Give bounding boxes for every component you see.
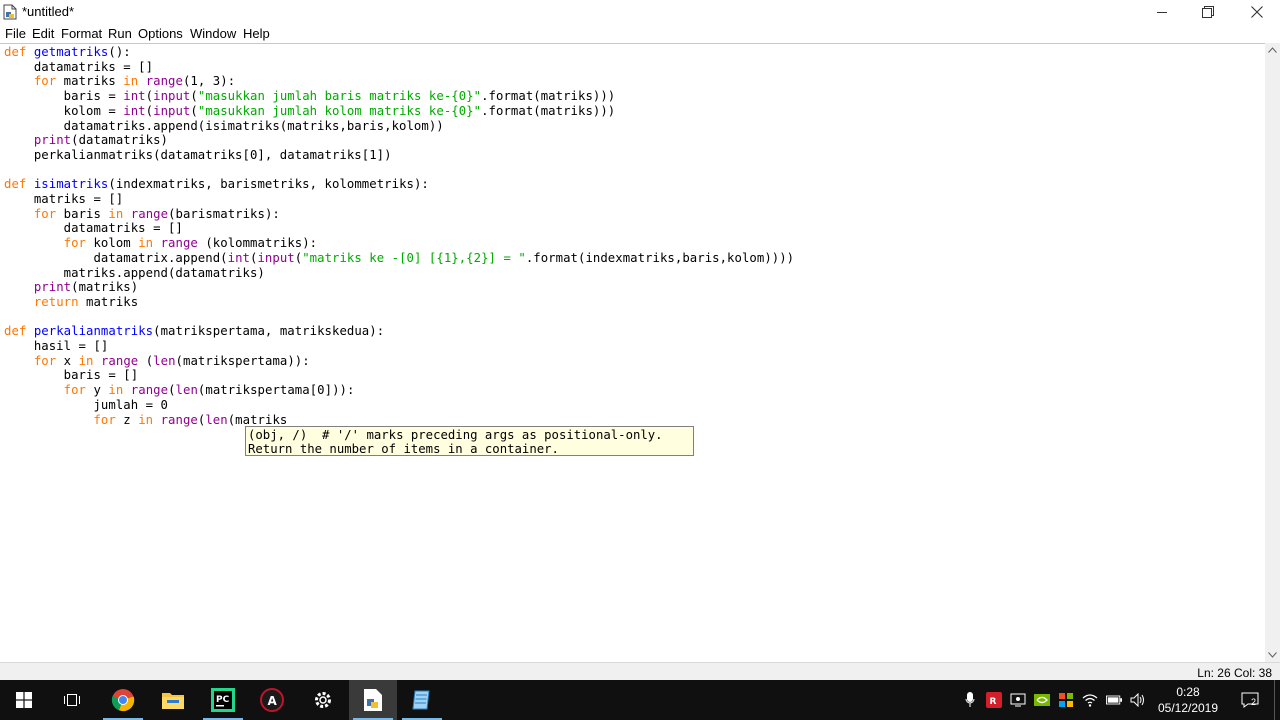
task-view-icon — [64, 694, 80, 706]
code-line[interactable]: for x in range (len(matrikspertama)): — [4, 354, 310, 369]
app-a-icon: A — [260, 688, 284, 712]
idle-file-icon — [3, 4, 17, 20]
svg-text:A: A — [268, 694, 278, 708]
svg-text:PC: PC — [216, 695, 230, 705]
taskbar: PC A R 0:28 05/12/2019 2 — [0, 680, 1280, 720]
menu-format[interactable]: Format — [61, 26, 102, 41]
code-line[interactable]: for kolom in range (kolommatriks): — [4, 236, 317, 251]
code-line[interactable]: def perkalianmatriks(matrikspertama, mat… — [4, 324, 384, 339]
microphone-icon — [965, 692, 975, 707]
scroll-down-icon[interactable] — [1268, 652, 1277, 658]
restore-icon — [1202, 6, 1214, 18]
idle-editor-icon — [364, 689, 382, 711]
taskbar-chrome[interactable] — [99, 680, 147, 720]
taskbar-clock[interactable]: 0:28 05/12/2019 — [1150, 684, 1226, 716]
menu-bar: File Edit Format Run Options Window Help — [0, 24, 1280, 43]
code-editor[interactable]: def getmatriks(): datamatriks = [] for m… — [0, 43, 1265, 663]
code-line[interactable]: matriks = [] — [4, 192, 123, 207]
code-line[interactable]: datamatriks = [] — [4, 221, 183, 236]
close-icon — [1251, 6, 1263, 18]
calltip-signature: (obj, /) # '/' marks preceding args as p… — [248, 428, 663, 442]
status-bar: Ln: 26 Col: 38 — [0, 662, 1280, 681]
tray-battery[interactable] — [1106, 692, 1122, 708]
menu-run[interactable]: Run — [108, 26, 132, 41]
tray-network[interactable] — [1082, 692, 1098, 708]
notepad-icon — [412, 690, 430, 710]
tray-nvidia[interactable] — [1034, 692, 1050, 708]
code-line[interactable]: baris = int(input("masukkan jumlah baris… — [4, 89, 616, 104]
task-view-button[interactable] — [48, 680, 96, 720]
clock-date: 05/12/2019 — [1157, 701, 1219, 715]
taskbar-app-a[interactable]: A — [248, 680, 296, 720]
tray-display[interactable] — [1010, 692, 1026, 708]
close-button[interactable] — [1234, 0, 1280, 24]
code-line[interactable]: datamatriks = [] — [4, 60, 153, 75]
calltip-popup: (obj, /) # '/' marks preceding args as p… — [245, 426, 694, 456]
code-line[interactable]: print(matriks) — [4, 280, 138, 295]
calltip-docstring: Return the number of items in a containe… — [248, 442, 559, 456]
clock-time: 0:28 — [1176, 685, 1200, 699]
menu-help[interactable]: Help — [243, 26, 270, 41]
taskbar-file-explorer[interactable] — [149, 680, 197, 720]
window-title: *untitled* — [22, 4, 75, 19]
minimize-icon — [1157, 11, 1167, 13]
cursor-position: Ln: 26 Col: 38 — [1197, 666, 1272, 680]
display-icon — [1010, 693, 1026, 707]
taskbar-idle-editor[interactable] — [349, 680, 397, 720]
shield-icon — [1059, 693, 1073, 707]
nvidia-icon — [1034, 694, 1050, 706]
code-line[interactable]: jumlah = 0 — [4, 398, 168, 413]
action-center-button[interactable]: 2 — [1240, 692, 1260, 708]
tray-security[interactable] — [1058, 692, 1074, 708]
notification-icon — [1241, 692, 1259, 708]
code-line[interactable]: datamatriks.append(isimatriks(matriks,ba… — [4, 119, 444, 134]
tray-volume[interactable] — [1130, 692, 1146, 708]
settings-icon — [315, 692, 331, 708]
scroll-up-icon[interactable] — [1268, 47, 1277, 53]
menu-window[interactable]: Window — [190, 26, 236, 41]
windows-start-icon — [16, 692, 32, 708]
code-line[interactable]: for y in range(len(matrikspertama[0])): — [4, 383, 355, 398]
chrome-icon — [111, 689, 135, 712]
taskbar-pycharm[interactable]: PC — [199, 680, 247, 720]
title-bar: *untitled* — [0, 0, 1280, 24]
battery-icon — [1106, 695, 1122, 705]
code-line[interactable]: for matriks in range(1, 3): — [4, 74, 235, 89]
code-line[interactable]: def getmatriks(): — [4, 45, 131, 60]
wifi-icon — [1082, 694, 1098, 707]
start-button[interactable] — [0, 680, 48, 720]
menu-file[interactable]: File — [5, 26, 26, 41]
notification-badge: 2 — [1251, 697, 1257, 707]
code-line[interactable]: matriks.append(datamatriks) — [4, 266, 265, 281]
code-line[interactable]: baris = [] — [4, 368, 138, 383]
file-explorer-icon — [162, 693, 184, 709]
menu-edit[interactable]: Edit — [32, 26, 54, 41]
code-line[interactable]: for baris in range(barismatriks): — [4, 207, 280, 222]
tray-app[interactable]: R — [986, 692, 1002, 708]
pycharm-icon: PC — [211, 688, 235, 712]
volume-icon — [1130, 693, 1144, 707]
code-line[interactable]: datamatrix.append(int(input("matriks ke … — [4, 251, 794, 266]
svg-text:R: R — [990, 697, 997, 707]
app-tray-icon: R — [986, 692, 1002, 708]
taskbar-notepad[interactable] — [398, 680, 446, 720]
show-desktop-button[interactable] — [1274, 680, 1280, 720]
tray-microphone[interactable] — [962, 692, 978, 708]
code-line[interactable]: return matriks — [4, 295, 138, 310]
minimize-button[interactable] — [1139, 0, 1185, 24]
vertical-scrollbar[interactable] — [1265, 43, 1280, 662]
restore-button[interactable] — [1185, 0, 1231, 24]
code-line[interactable]: hasil = [] — [4, 339, 108, 354]
code-line[interactable]: def isimatriks(indexmatriks, barismetrik… — [4, 177, 429, 192]
code-line[interactable]: perkalianmatriks(datamatriks[0], datamat… — [4, 148, 392, 163]
menu-options[interactable]: Options — [138, 26, 183, 41]
code-line[interactable]: print(datamatriks) — [4, 133, 168, 148]
taskbar-settings[interactable] — [299, 680, 347, 720]
code-line[interactable]: kolom = int(input("masukkan jumlah kolom… — [4, 104, 616, 119]
